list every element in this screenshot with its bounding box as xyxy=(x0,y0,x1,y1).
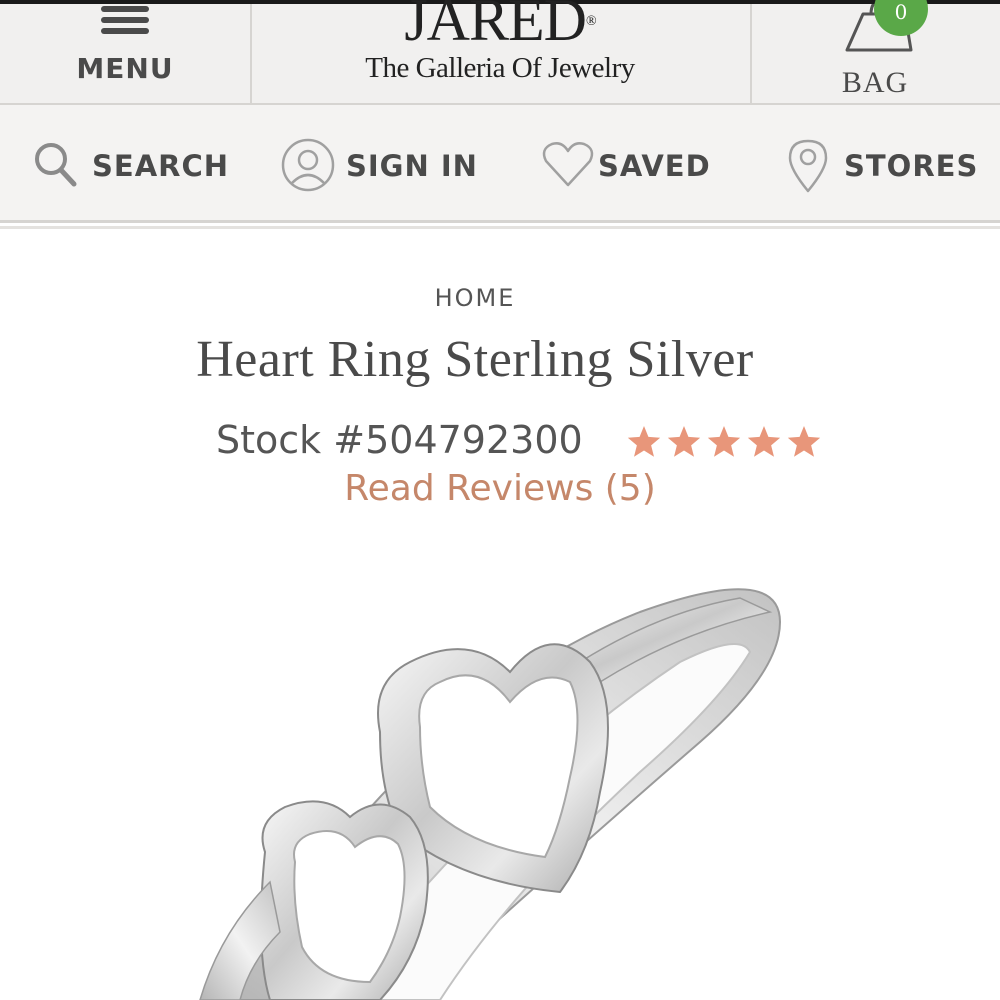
hamburger-icon xyxy=(101,6,149,34)
brand-logo[interactable]: JARED® The Galleria Of Jewelry xyxy=(252,0,748,105)
product-image[interactable] xyxy=(80,552,980,1000)
star-icon xyxy=(667,426,701,457)
user-icon xyxy=(281,138,335,192)
nav-sign-in-label: SIGN IN xyxy=(346,149,478,183)
search-icon xyxy=(35,143,77,187)
logo-text: JARED xyxy=(404,0,587,53)
bag-button[interactable]: 0 BAG xyxy=(750,0,1000,105)
top-header: MENU JARED® The Galleria Of Jewelry 0 BA… xyxy=(0,0,1000,105)
nav-search[interactable]: SEARCH xyxy=(30,135,228,195)
nav-search-label: SEARCH xyxy=(92,149,230,183)
heart-icon xyxy=(542,142,594,187)
bag-label: BAG xyxy=(841,66,909,99)
logo-registered-mark: ® xyxy=(586,14,597,29)
rating-stars xyxy=(627,426,821,457)
read-reviews-link[interactable]: Read Reviews (5) xyxy=(80,468,920,509)
menu-button[interactable]: MENU xyxy=(0,4,252,105)
nav-stores-label: STORES xyxy=(844,149,979,183)
logo-tagline: The Galleria Of Jewelry xyxy=(365,52,635,84)
nav-stores[interactable]: STORES xyxy=(780,135,977,195)
product-title: Heart Ring Sterling Silver xyxy=(196,331,754,388)
star-icon xyxy=(627,426,661,457)
nav-saved-label: SAVED xyxy=(598,149,711,183)
star-icon xyxy=(747,426,781,457)
breadcrumb[interactable]: HOME xyxy=(80,284,870,312)
product-content: HOME Heart Ring Sterling Silver Stock #5… xyxy=(80,232,980,1000)
breadcrumb-home[interactable]: HOME xyxy=(435,284,516,312)
utility-nav: SEARCH SIGN IN SAVED STORES xyxy=(0,105,1000,229)
star-icon xyxy=(787,426,821,457)
logo-wordmark: JARED® xyxy=(252,0,748,55)
nav-saved[interactable]: SAVED xyxy=(540,135,710,195)
stock-number: Stock #504792300 xyxy=(216,418,583,462)
star-icon xyxy=(707,426,741,457)
menu-label: MENU xyxy=(76,52,174,85)
small-heart xyxy=(260,800,429,1000)
nav-sign-in[interactable]: SIGN IN xyxy=(280,135,477,195)
location-pin-icon xyxy=(788,139,828,193)
